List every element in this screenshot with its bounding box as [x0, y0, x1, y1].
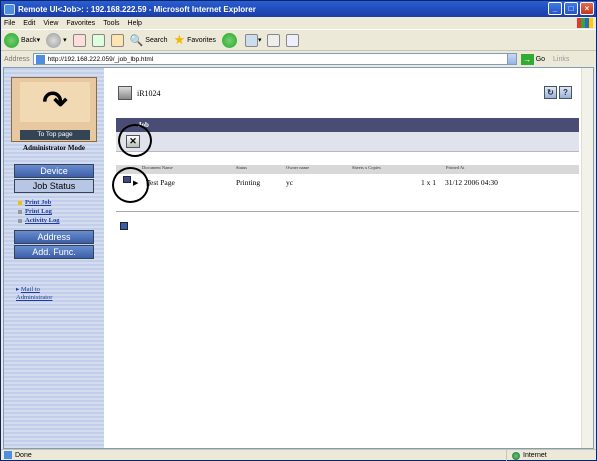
refresh-icon	[91, 33, 105, 47]
home-button[interactable]	[110, 33, 124, 47]
col-status: Status	[236, 165, 248, 170]
main-panel: iR1024 ↻ ? Job ✕ Document Name Status Ow…	[112, 68, 582, 448]
forward-button[interactable]: ▾	[46, 32, 67, 48]
table-row: ▶ ▯ Test Page Printing yc 1 x 1 31/12 20…	[116, 176, 579, 190]
window-title: Remote UI<Job>: : 192.168.222.59 - Micro…	[18, 4, 256, 14]
title-bar: Remote UI<Job>: : 192.168.222.59 - Micro…	[1, 1, 596, 17]
menu-bar: File Edit View Favorites Tools Help	[1, 17, 596, 29]
sublink-print-log[interactable]: Print Log	[18, 208, 52, 215]
divider	[116, 211, 579, 212]
vertical-scrollbar[interactable]	[581, 68, 593, 448]
forward-arrow-icon	[46, 32, 62, 48]
address-url: http://192.168.222.059/_job_lbp.html	[47, 55, 154, 63]
address-label: Address	[4, 55, 30, 63]
cell-sheets: 1 x 1	[421, 178, 436, 187]
search-button[interactable]: 🔍 Search	[130, 34, 168, 47]
remote-ui-logo-icon: ↷	[20, 82, 90, 122]
highlight-circle-cancel	[118, 124, 152, 157]
close-button[interactable]: ×	[580, 2, 594, 15]
mail-to-admin-link[interactable]: ▸ Mail to Administrator	[16, 286, 52, 302]
nav-add-func[interactable]: Add. Func.	[14, 245, 94, 259]
nav-job-status[interactable]: Job Status	[14, 179, 94, 193]
go-arrow-icon: →	[520, 53, 534, 65]
top-page-label: To Top page	[20, 130, 90, 140]
sublink-print-job[interactable]: Print Job	[18, 199, 51, 206]
stop-icon	[72, 33, 86, 47]
back-arrow-icon	[4, 32, 19, 48]
search-icon: 🔍	[129, 34, 144, 47]
col-printed-at: Printed At	[446, 165, 465, 170]
cell-status: Printing	[236, 178, 261, 187]
menu-file[interactable]: File	[4, 20, 15, 27]
menu-view[interactable]: View	[43, 20, 58, 27]
device-header: iR1024	[118, 86, 161, 100]
menu-tools[interactable]: Tools	[103, 20, 119, 27]
status-text: Done	[15, 451, 32, 459]
page-icon	[35, 54, 45, 64]
refresh-button[interactable]	[91, 33, 105, 47]
page-action-icon[interactable]	[120, 222, 128, 230]
security-zone: Internet	[506, 450, 547, 461]
bullet-icon	[18, 200, 22, 205]
admin-mode-label: Administrator Mode	[23, 144, 85, 152]
menu-edit[interactable]: Edit	[23, 20, 35, 27]
minimize-button[interactable]: _	[548, 2, 562, 15]
address-bar: Address http://192.168.222.059/_job_lbp.…	[1, 52, 596, 66]
status-bar: Done Internet	[1, 449, 596, 461]
table-header: Document Name Status Owner name Sheets x…	[116, 165, 579, 174]
bullet-icon	[18, 209, 22, 214]
print-button[interactable]	[267, 33, 281, 47]
browser-window: Remote UI<Job>: : 192.168.222.59 - Micro…	[0, 0, 597, 461]
links-button[interactable]: Links	[553, 56, 569, 63]
go-button[interactable]: → Go	[520, 53, 545, 65]
col-document-name: Document Name	[142, 165, 173, 170]
refresh-page-icon[interactable]: ↻	[544, 86, 557, 99]
sidebar: ↷ To Top page Administrator Mode Device …	[4, 68, 104, 448]
highlight-circle-job	[112, 167, 149, 203]
cell-owner: yc	[286, 178, 294, 187]
favorites-star-icon: ★	[173, 32, 186, 47]
edit-icon	[286, 33, 300, 47]
ie-icon	[4, 3, 15, 15]
internet-globe-icon	[512, 451, 520, 460]
status-page-icon	[4, 451, 12, 459]
print-icon	[267, 33, 281, 47]
nav-address[interactable]: Address	[14, 230, 94, 244]
favorites-button[interactable]: ★ Favorites	[173, 32, 215, 48]
edit-button[interactable]	[286, 33, 300, 47]
top-page-button[interactable]: ↷ To Top page	[11, 77, 97, 142]
sublink-activity-log[interactable]: Activity Log	[18, 217, 59, 224]
mail-button[interactable]: ▾	[244, 33, 261, 47]
stop-button[interactable]	[72, 33, 86, 47]
menu-help[interactable]: Help	[128, 20, 142, 27]
back-button[interactable]: Back ▾	[4, 32, 40, 48]
menu-favorites[interactable]: Favorites	[66, 20, 95, 27]
mail-icon	[244, 33, 258, 47]
col-owner-name: Owner name	[286, 165, 310, 170]
address-input[interactable]: http://192.168.222.059/_job_lbp.html	[32, 53, 508, 65]
maximize-button[interactable]: □	[564, 2, 578, 15]
col-sheets-copies: Sheets x Copies	[352, 165, 381, 170]
history-button[interactable]	[221, 32, 239, 48]
cell-printed-at: 31/12 2006 04:30	[445, 178, 498, 187]
action-bar: ✕	[116, 132, 579, 152]
printer-icon	[118, 86, 132, 100]
page-content: ↷ To Top page Administrator Mode Device …	[3, 67, 594, 449]
toolbar: Back ▾ ▾ 🔍 Search ★ Favorites ▾	[1, 29, 596, 51]
device-name: iR1024	[137, 88, 161, 98]
section-title: Job	[116, 118, 579, 132]
home-icon	[110, 33, 124, 47]
windows-logo-icon	[577, 18, 593, 28]
address-dropdown-button[interactable]	[506, 53, 517, 65]
history-icon	[221, 32, 237, 48]
bullet-icon	[18, 218, 22, 223]
help-icon[interactable]: ?	[559, 86, 572, 99]
nav-device[interactable]: Device	[14, 164, 94, 178]
